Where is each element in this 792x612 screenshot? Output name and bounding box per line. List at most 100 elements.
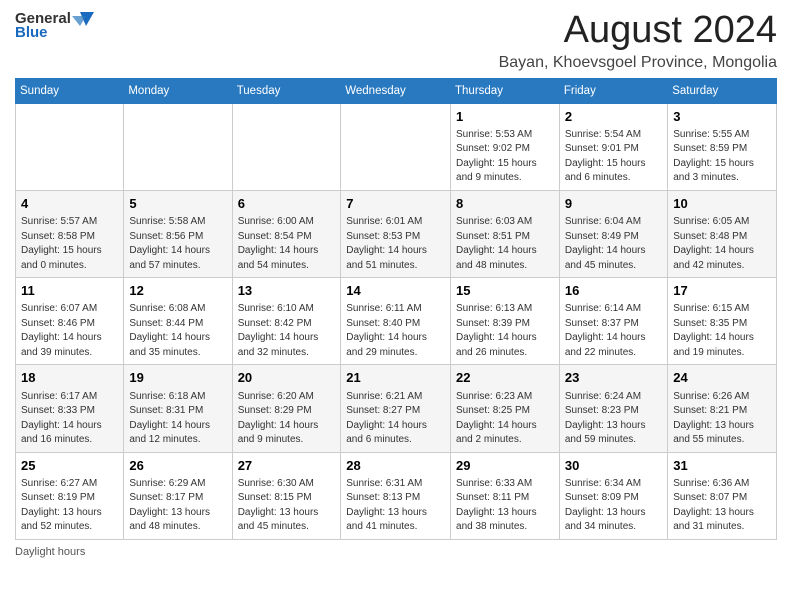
cell-info: Sunrise: 5:57 AMSunset: 8:58 PMDaylight:…: [21, 215, 118, 273]
calendar-cell: [124, 103, 232, 190]
calendar-cell: 10 Sunrise: 6:05 AMSunset: 8:48 PMDayligh…: [668, 190, 777, 277]
footer-note: Daylight hours: [15, 546, 777, 558]
cell-info: Sunrise: 6:20 AMSunset: 8:29 PMDaylight:…: [238, 390, 336, 448]
cell-info: Sunrise: 6:17 AMSunset: 8:33 PMDaylight:…: [21, 390, 118, 448]
daylight-label: Daylight hours: [15, 546, 85, 558]
calendar-cell: 1Sunrise: 5:53 AMSunset: 9:02 PMDaylight…: [451, 103, 560, 190]
cell-info: Sunrise: 6:34 AMSunset: 8:09 PMDaylight:…: [565, 477, 662, 535]
calendar-week-row: 4 Sunrise: 5:57 AMSunset: 8:58 PMDaylight…: [16, 190, 777, 277]
day-number: 7: [346, 195, 445, 213]
day-number: 11: [21, 282, 118, 300]
calendar-cell: 21 Sunrise: 6:21 AMSunset: 8:27 PMDayligh…: [341, 365, 451, 452]
location-title: Bayan, Khoevsgoel Province, Mongolia: [499, 54, 777, 72]
calendar-cell: 25Sunrise: 6:27 AMSunset: 8:19 PMDayligh…: [16, 452, 124, 539]
calendar-cell: 23 Sunrise: 6:24 AMSunset: 8:23 PMDayligh…: [559, 365, 667, 452]
day-number: 28: [346, 457, 445, 475]
calendar-cell: 26Sunrise: 6:29 AMSunset: 8:17 PMDayligh…: [124, 452, 232, 539]
cell-info: Sunrise: 6:04 AMSunset: 8:49 PMDaylight:…: [565, 215, 662, 273]
weekday-header: Tuesday: [232, 78, 341, 103]
calendar-week-row: 18 Sunrise: 6:17 AMSunset: 8:33 PMDayligh…: [16, 365, 777, 452]
day-number: 23: [565, 369, 662, 387]
day-number: 8: [456, 195, 554, 213]
cell-info: Sunrise: 6:07 AMSunset: 8:46 PMDaylight:…: [21, 302, 118, 360]
weekday-header: Wednesday: [341, 78, 451, 103]
day-number: 4: [21, 195, 118, 213]
weekday-header: Saturday: [668, 78, 777, 103]
cell-info: Sunrise: 6:15 AMSunset: 8:35 PMDaylight:…: [673, 302, 771, 360]
day-number: 18: [21, 369, 118, 387]
weekday-header: Sunday: [16, 78, 124, 103]
cell-info: Sunrise: 5:53 AMSunset: 9:02 PMDaylight:…: [456, 128, 554, 186]
cell-info: Sunrise: 6:10 AMSunset: 8:42 PMDaylight:…: [238, 302, 336, 360]
calendar-cell: 31Sunrise: 6:36 AMSunset: 8:07 PMDayligh…: [668, 452, 777, 539]
day-number: 26: [129, 457, 226, 475]
cell-info: Sunrise: 6:21 AMSunset: 8:27 PMDaylight:…: [346, 390, 445, 448]
day-number: 16: [565, 282, 662, 300]
calendar-cell: 28 Sunrise: 6:31 AMSunset: 8:13 PMDayligh…: [341, 452, 451, 539]
logo: General Blue: [15, 10, 95, 42]
cell-info: Sunrise: 6:03 AMSunset: 8:51 PMDaylight:…: [456, 215, 554, 273]
day-number: 6: [238, 195, 336, 213]
day-number: 13: [238, 282, 336, 300]
calendar-cell: 12 Sunrise: 6:08 AMSunset: 8:44 PMDayligh…: [124, 278, 232, 365]
calendar-cell: 13 Sunrise: 6:10 AMSunset: 8:42 PMDayligh…: [232, 278, 341, 365]
calendar-table: SundayMondayTuesdayWednesdayThursdayFrid…: [15, 78, 777, 540]
day-number: 19: [129, 369, 226, 387]
calendar-cell: 18 Sunrise: 6:17 AMSunset: 8:33 PMDayligh…: [16, 365, 124, 452]
cell-info: Sunrise: 6:33 AMSunset: 8:11 PMDaylight:…: [456, 477, 554, 535]
day-number: 9: [565, 195, 662, 213]
calendar-cell: 19 Sunrise: 6:18 AMSunset: 8:31 PMDayligh…: [124, 365, 232, 452]
calendar-cell: 4 Sunrise: 5:57 AMSunset: 8:58 PMDaylight…: [16, 190, 124, 277]
cell-info: Sunrise: 6:30 AMSunset: 8:15 PMDaylight:…: [238, 477, 336, 535]
cell-info: Sunrise: 6:01 AMSunset: 8:53 PMDaylight:…: [346, 215, 445, 273]
weekday-header-row: SundayMondayTuesdayWednesdayThursdayFrid…: [16, 78, 777, 103]
calendar-cell: [232, 103, 341, 190]
calendar-cell: 29Sunrise: 6:33 AMSunset: 8:11 PMDayligh…: [451, 452, 560, 539]
calendar-cell: [341, 103, 451, 190]
cell-info: Sunrise: 6:36 AMSunset: 8:07 PMDaylight:…: [673, 477, 771, 535]
day-number: 2: [565, 108, 662, 126]
cell-info: Sunrise: 6:18 AMSunset: 8:31 PMDaylight:…: [129, 390, 226, 448]
day-number: 12: [129, 282, 226, 300]
weekday-header: Thursday: [451, 78, 560, 103]
day-number: 17: [673, 282, 771, 300]
cell-info: Sunrise: 6:14 AMSunset: 8:37 PMDaylight:…: [565, 302, 662, 360]
calendar-cell: 3Sunrise: 5:55 AMSunset: 8:59 PMDaylight…: [668, 103, 777, 190]
calendar-cell: 15Sunrise: 6:13 AMSunset: 8:39 PMDayligh…: [451, 278, 560, 365]
day-number: 22: [456, 369, 554, 387]
cell-info: Sunrise: 6:27 AMSunset: 8:19 PMDaylight:…: [21, 477, 118, 535]
calendar-cell: 7 Sunrise: 6:01 AMSunset: 8:53 PMDaylight…: [341, 190, 451, 277]
calendar-cell: 20 Sunrise: 6:20 AMSunset: 8:29 PMDayligh…: [232, 365, 341, 452]
cell-info: Sunrise: 6:24 AMSunset: 8:23 PMDaylight:…: [565, 390, 662, 448]
day-number: 5: [129, 195, 226, 213]
cell-info: Sunrise: 6:05 AMSunset: 8:48 PMDaylight:…: [673, 215, 771, 273]
calendar-cell: 14Sunrise: 6:11 AMSunset: 8:40 PMDayligh…: [341, 278, 451, 365]
cell-info: Sunrise: 5:55 AMSunset: 8:59 PMDaylight:…: [673, 128, 771, 186]
day-number: 30: [565, 457, 662, 475]
calendar-cell: 22 Sunrise: 6:23 AMSunset: 8:25 PMDayligh…: [451, 365, 560, 452]
title-section: August 2024 Bayan, Khoevsgoel Province, …: [499, 10, 777, 72]
calendar-cell: 6Sunrise: 6:00 AMSunset: 8:54 PMDaylight…: [232, 190, 341, 277]
day-number: 21: [346, 369, 445, 387]
month-title: August 2024: [499, 10, 777, 52]
cell-info: Sunrise: 6:26 AMSunset: 8:21 PMDaylight:…: [673, 390, 771, 448]
day-number: 14: [346, 282, 445, 300]
weekday-header: Friday: [559, 78, 667, 103]
cell-info: Sunrise: 6:08 AMSunset: 8:44 PMDaylight:…: [129, 302, 226, 360]
weekday-header: Monday: [124, 78, 232, 103]
day-number: 27: [238, 457, 336, 475]
calendar-cell: 17 Sunrise: 6:15 AMSunset: 8:35 PMDayligh…: [668, 278, 777, 365]
logo-blue: Blue: [15, 24, 95, 42]
day-number: 10: [673, 195, 771, 213]
calendar-cell: 9 Sunrise: 6:04 AMSunset: 8:49 PMDaylight…: [559, 190, 667, 277]
calendar-cell: 8 Sunrise: 6:03 AMSunset: 8:51 PMDaylight…: [451, 190, 560, 277]
calendar-week-row: 25Sunrise: 6:27 AMSunset: 8:19 PMDayligh…: [16, 452, 777, 539]
calendar-week-row: 11 Sunrise: 6:07 AMSunset: 8:46 PMDayligh…: [16, 278, 777, 365]
calendar-week-row: 1Sunrise: 5:53 AMSunset: 9:02 PMDaylight…: [16, 103, 777, 190]
cell-info: Sunrise: 6:31 AMSunset: 8:13 PMDaylight:…: [346, 477, 445, 535]
calendar-cell: 16 Sunrise: 6:14 AMSunset: 8:37 PMDayligh…: [559, 278, 667, 365]
day-number: 20: [238, 369, 336, 387]
day-number: 24: [673, 369, 771, 387]
calendar-cell: 24 Sunrise: 6:26 AMSunset: 8:21 PMDayligh…: [668, 365, 777, 452]
cell-info: Sunrise: 6:23 AMSunset: 8:25 PMDaylight:…: [456, 390, 554, 448]
